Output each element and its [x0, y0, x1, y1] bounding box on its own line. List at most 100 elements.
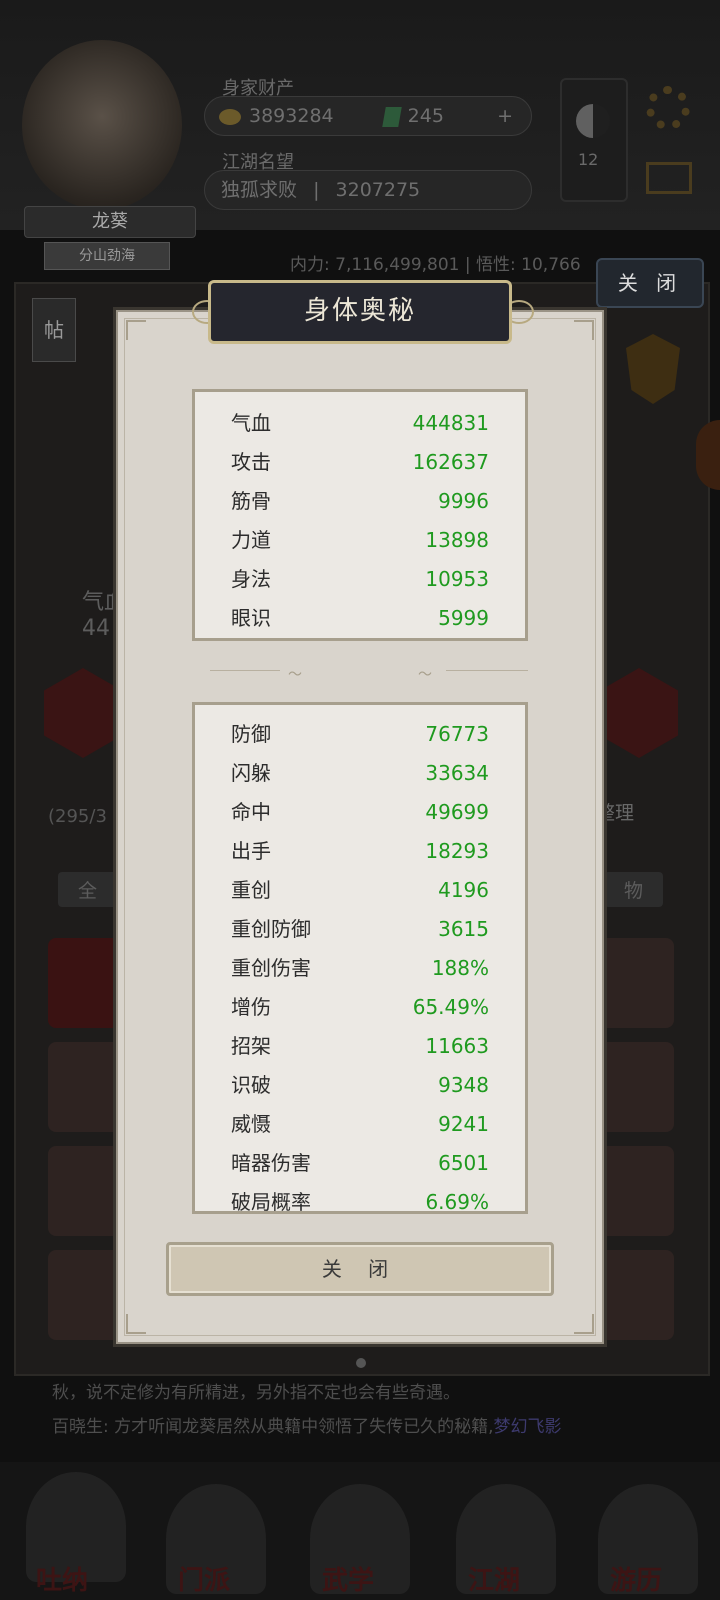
gem-amount: 245 [407, 105, 444, 127]
stat-value: 33634 [425, 761, 489, 785]
reputation-title: 独孤求败 [221, 179, 298, 201]
stat-name: 眼识 [231, 606, 271, 630]
add-currency-button[interactable]: + [497, 97, 513, 135]
stat-row: 命中 49699 [195, 793, 525, 831]
stat-row: 增伤 65.49% [195, 988, 525, 1026]
stat-name: 识破 [231, 1073, 271, 1097]
stat-value: 444831 [412, 411, 489, 435]
stat-name: 出手 [231, 839, 271, 863]
stat-row: 身法 10953 [195, 560, 525, 598]
stat-name: 气血 [231, 411, 271, 435]
stat-row: 威慑 9241 [195, 1105, 525, 1143]
corner-ornament [574, 1314, 594, 1334]
scroll-area[interactable]: 防御 76773 闪躲 33634 命中 49699 出手 18293 重创 4196 重… [195, 705, 525, 1211]
stat-name: 防御 [231, 722, 271, 746]
stat-value: 162637 [412, 450, 489, 474]
stat-row: 重创伤害 188% [195, 949, 525, 987]
gem-icon [381, 106, 402, 127]
coin-icon [219, 108, 241, 125]
secondary-stats-scroll-box[interactable]: 防御 76773 闪躲 33634 命中 49699 出手 18293 重创 4196 重… [192, 702, 528, 1214]
taiji-badge[interactable] [560, 78, 628, 202]
stat-name: 筋骨 [231, 489, 271, 513]
reputation-value: 3207275 [335, 179, 421, 201]
stat-value: 11663 [425, 1034, 489, 1058]
stat-row: 出手 18293 [195, 832, 525, 870]
stat-value: 4196 [438, 878, 489, 902]
stat-row: 重创 4196 [195, 871, 525, 909]
tab-all[interactable]: 全 [58, 872, 118, 907]
close-button[interactable]: 关 闭 [166, 1242, 554, 1296]
stat-row: 识破 9348 [195, 1066, 525, 1104]
page-indicator-dot [356, 1358, 366, 1368]
stat-row: 筋骨 9996 [195, 482, 525, 520]
level-number: 12 [578, 150, 599, 169]
corner-ornament [126, 1314, 146, 1334]
stat-name: 闪躲 [231, 761, 271, 785]
stat-row: 暗器伤害 6501 [195, 1144, 525, 1182]
chat-line: 秋，说不定修为有所精进，另外指不定也会有些奇遇。 [52, 1383, 460, 1403]
stat-row: 闪躲 33634 [195, 754, 525, 792]
stat-value: 9241 [438, 1112, 489, 1136]
stat-value: 76773 [425, 722, 489, 746]
stat-row: 重创防御 3615 [195, 910, 525, 948]
stat-value: 5999 [438, 606, 489, 630]
stat-row: 眼识 5999 [195, 599, 525, 637]
hero-name: 龙葵 [24, 206, 196, 238]
stat-value: 65.49% [412, 995, 489, 1019]
reputation-bar: 独孤求败 | 3207275 [204, 170, 532, 210]
stat-name: 暗器伤害 [231, 1151, 311, 1175]
stat-name: 破局概率 [231, 1190, 311, 1211]
hero-tag: 分山劲海 [44, 242, 170, 270]
corner-ornament [126, 320, 146, 340]
post-sticker[interactable]: 帖 [32, 298, 76, 362]
yin-yang-icon [576, 104, 610, 138]
stat-row: 防御 76773 [195, 715, 525, 753]
bag-count: (295/3 [48, 806, 107, 827]
primary-stats-box: 气血 444831 攻击 162637 筋骨 9996 力道 13898 身法 10953… [192, 389, 528, 641]
stat-name: 命中 [231, 800, 271, 824]
stat-value: 10953 [425, 567, 489, 591]
stat-row: 招架 11663 [195, 1027, 525, 1065]
stat-name: 力道 [231, 528, 271, 552]
corner-ornament [574, 320, 594, 340]
stat-name: 身法 [231, 567, 271, 591]
stat-value: 188% [431, 956, 489, 980]
stat-value: 6.69% [425, 1190, 489, 1211]
stat-value: 9348 [438, 1073, 489, 1097]
nav-label: 武学 [322, 1566, 375, 1596]
nav-label: 吐纳 [36, 1566, 89, 1596]
tab-items[interactable]: 物 [604, 872, 664, 907]
stat-name: 增伤 [231, 995, 271, 1019]
gear-icon[interactable] [646, 86, 690, 130]
stat-row: 攻击 162637 [195, 443, 525, 481]
close-button-bg[interactable]: 关 闭 [596, 258, 704, 308]
stat-value: 18293 [425, 839, 489, 863]
stat-value: 3615 [438, 917, 489, 941]
stat-name: 招架 [231, 1034, 271, 1058]
stat-name: 重创防御 [231, 917, 311, 941]
stat-name: 重创 [231, 878, 271, 902]
stat-value: 9996 [438, 489, 489, 513]
side-event-icon[interactable] [696, 420, 720, 490]
stat-row: 气血 444831 [195, 404, 525, 442]
chat-line: 百晓生: 方才听闻龙葵居然从典籍中领悟了失传已久的秘籍,梦幻飞影 [52, 1417, 562, 1437]
stat-row: 破局概率 6.69% [195, 1183, 525, 1211]
section-divider: 〜 〜 [210, 667, 528, 683]
coin-amount: 3893284 [249, 105, 334, 127]
stat-name: 重创伤害 [231, 956, 311, 980]
currency-bar: 3893284 245 + [204, 96, 532, 136]
nav-label: 江湖 [468, 1566, 521, 1596]
stat-value: 13898 [425, 528, 489, 552]
mail-icon[interactable] [646, 162, 692, 194]
chat-log: 秋，说不定修为有所精进，另外指不定也会有些奇遇。 百晓生: 方才听闻龙葵居然从典… [20, 1376, 700, 1460]
stat-name: 威慑 [231, 1112, 271, 1136]
chat-link[interactable]: 梦幻飞影 [494, 1417, 562, 1437]
stat-value: 6501 [438, 1151, 489, 1175]
nav-label: 门派 [178, 1566, 231, 1596]
hero-portrait[interactable] [22, 40, 182, 210]
stat-value: 49699 [425, 800, 489, 824]
stat-name: 攻击 [231, 450, 271, 474]
nav-label: 游历 [610, 1566, 663, 1596]
stat-row: 力道 13898 [195, 521, 525, 559]
modal-title: 身体奥秘 [208, 280, 512, 344]
